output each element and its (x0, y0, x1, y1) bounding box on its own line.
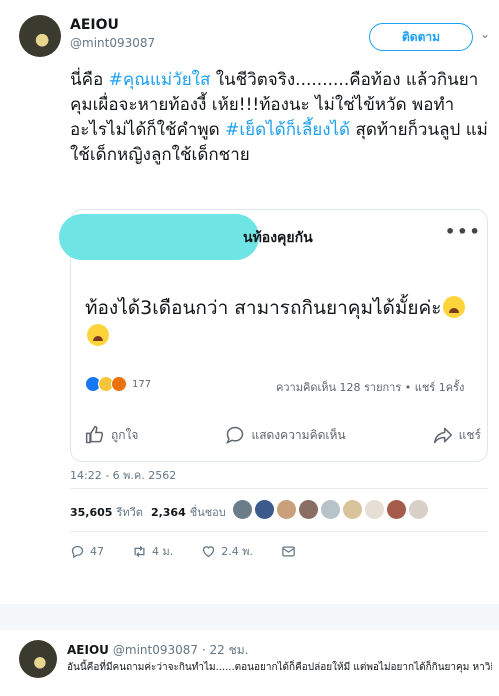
tweet-text: นี่คือ #คุณแม่วัยใส ในชีวิตจริง.........… (70, 68, 490, 168)
author-avatar[interactable] (19, 15, 61, 57)
reply-icon (71, 545, 84, 558)
retweet-icon (134, 545, 145, 557)
liker-avatar[interactable] (409, 500, 428, 519)
post-actions: ถูกใจ แสดงความคิดเห็น แชร์ (85, 425, 481, 445)
reply-text: อันนี้คือที่มีคนถามค่ะว่าจะกินทำไม......… (67, 662, 492, 673)
liker-avatar[interactable] (365, 500, 384, 519)
direct-message-button[interactable] (281, 544, 296, 559)
liker-avatar[interactable] (387, 500, 406, 519)
liker-avatar[interactable] (299, 500, 318, 519)
tweet-text-part: นี่คือ (70, 70, 109, 90)
hashtag-link[interactable]: #เย็ดได้ก็เลี้ยงได้ (225, 120, 350, 140)
like-icon (85, 425, 104, 444)
divider (70, 488, 488, 489)
retweets-label[interactable]: รีทวีต (116, 503, 142, 521)
tweet-timestamp[interactable]: 14:22 - 6 พ.ค. 2562 (70, 466, 176, 484)
reply-count: 47 (90, 544, 104, 558)
message-icon (282, 546, 295, 556)
retweets-count[interactable]: 35,605 (70, 506, 112, 519)
liker-avatars (233, 500, 428, 519)
more-options-icon[interactable]: ••• (445, 222, 482, 241)
share-label: แชร์ (458, 427, 481, 442)
comment-icon (226, 426, 244, 444)
embedded-post-card[interactable]: นท้องคุยกัน ••• ท้องได้3เดือนกว่า สามารถ… (59, 209, 488, 462)
reply-author-name[interactable]: AEIOU (67, 643, 109, 657)
retweet-count: 4 ม. (152, 545, 174, 558)
chevron-down-icon[interactable]: ⌄ (480, 27, 490, 41)
author-handle[interactable]: @mint093087 (70, 36, 155, 50)
likes-count[interactable]: 2,364 (151, 506, 186, 519)
heart-icon (203, 545, 215, 557)
share-button[interactable]: แชร์ (433, 425, 481, 445)
liker-avatar[interactable] (255, 500, 274, 519)
crying-emoji-icon (87, 324, 109, 346)
comments-summary[interactable]: ความคิดเห็น 128 รายการ • แชร์ 1ครั้ง (276, 378, 464, 396)
liker-avatar[interactable] (343, 500, 362, 519)
embedded-post-title: นท้องคุยกัน (243, 230, 313, 246)
reaction-count: 177 (132, 378, 152, 390)
liker-avatar[interactable] (321, 500, 340, 519)
embedded-post-text: ท้องได้3เดือนกว่า สามารถกินยาคุมได้มั้ยค… (85, 297, 442, 319)
divider (70, 531, 488, 532)
like-count: 2.4 พ. (221, 545, 253, 558)
liker-avatar[interactable] (233, 500, 252, 519)
reaction-summary[interactable]: 177 (85, 376, 151, 392)
angry-reaction-icon (111, 376, 127, 392)
tweet-stats: 35,605 รีทวีต 2,364 ชื่นชอบ (70, 503, 234, 521)
tweet-actions: 47 4 ม. 2.4 พ. (70, 542, 324, 560)
embedded-post-body: ท้องได้3เดือนกว่า สามารถกินยาคุมได้มั้ยค… (85, 294, 481, 350)
reply-author-avatar[interactable] (19, 640, 57, 678)
comment-label: แสดงความคิดเห็น (251, 427, 346, 442)
follow-button[interactable]: ติดตาม (369, 23, 473, 51)
share-icon (433, 427, 452, 444)
hashtag-link[interactable]: #คุณแม่วัยใส (109, 70, 211, 90)
reply-button[interactable]: 47 (70, 544, 104, 559)
likes-label[interactable]: ชื่นชอบ (190, 503, 226, 521)
reply-header: AEIOU @mint093087 · 22 ชม. (67, 641, 248, 660)
like-button[interactable]: ถูกใจ (85, 425, 138, 445)
redaction-blob (59, 214, 259, 260)
author-name[interactable]: AEIOU (70, 17, 119, 33)
comment-button[interactable]: แสดงความคิดเห็น (225, 425, 346, 445)
like-tweet-button[interactable]: 2.4 พ. (201, 542, 253, 560)
reply-author-handle[interactable]: @mint093087 · 22 ชม. (113, 643, 249, 657)
like-label: ถูกใจ (111, 427, 139, 442)
crying-emoji-icon (443, 296, 466, 318)
liker-avatar[interactable] (277, 500, 296, 519)
section-divider (0, 604, 499, 630)
retweet-button[interactable]: 4 ม. (132, 542, 173, 560)
